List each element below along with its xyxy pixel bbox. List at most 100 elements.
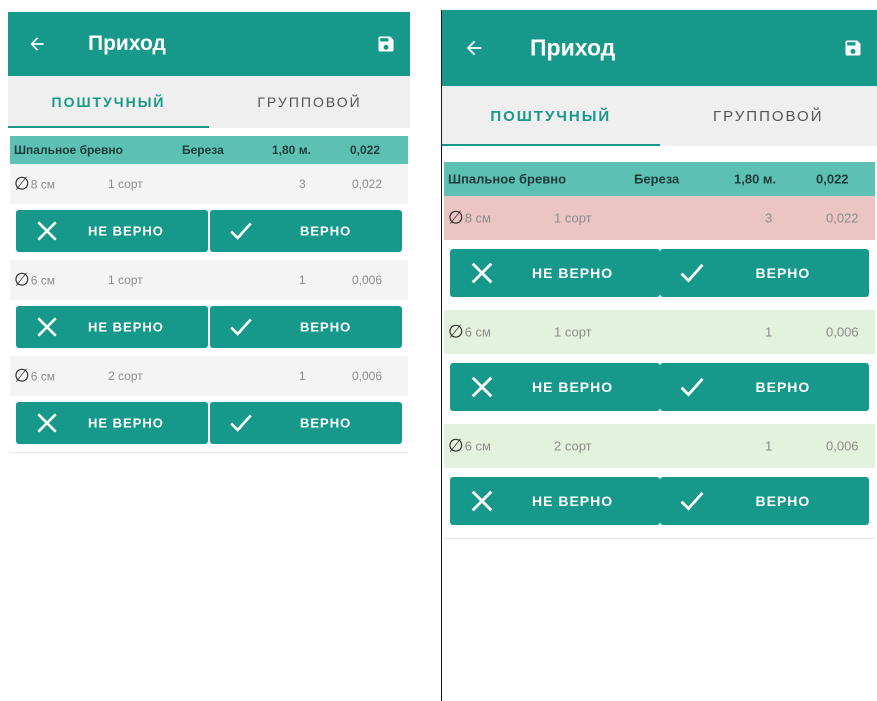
action-row: НЕ ВЕРНО ВЕРНО bbox=[10, 300, 408, 356]
grade: 1 сорт bbox=[108, 177, 143, 191]
quantity: 3 bbox=[765, 210, 773, 226]
product-name: Шпальное бревно bbox=[14, 143, 123, 157]
tab-piece[interactable]: ПОШТУЧНЫЙ bbox=[442, 86, 660, 146]
divider bbox=[444, 538, 875, 539]
summary-row: Шпальное бревно Береза 1,80 м. 0,022 bbox=[10, 136, 408, 164]
correct-button-label: ВЕРНО bbox=[755, 493, 811, 509]
list-item: ∅6 см 2 сорт 1 0,006 bbox=[444, 424, 875, 468]
check-icon bbox=[230, 222, 252, 240]
species: Береза bbox=[634, 171, 680, 187]
quantity: 3 bbox=[299, 177, 306, 191]
volume: 0,022 bbox=[826, 210, 859, 226]
screen-right: Приход ПОШТУЧНЫЙ ГРУППОВОЙ Шпальное брев… bbox=[441, 10, 877, 701]
wrong-button[interactable]: НЕ ВЕРНО bbox=[450, 363, 660, 411]
page-title: Приход bbox=[88, 32, 166, 55]
quantity: 1 bbox=[765, 324, 773, 340]
volume: 0,006 bbox=[352, 369, 383, 383]
grade: 1 сорт bbox=[554, 324, 592, 340]
grade: 2 сорт bbox=[554, 438, 592, 454]
list-item: ∅8 см 1 сорт 3 0,022 bbox=[10, 164, 408, 204]
correct-button-label: ВЕРНО bbox=[755, 265, 811, 281]
list-item: ∅8 см 1 сорт 3 0,022 bbox=[444, 196, 875, 240]
diameter-icon: ∅ bbox=[14, 173, 30, 194]
tab-label: ГРУППОВОЙ bbox=[257, 94, 362, 110]
arrow-left-icon[interactable] bbox=[25, 32, 49, 56]
tab-piece[interactable]: ПОШТУЧНЫЙ bbox=[8, 76, 209, 128]
check-icon bbox=[230, 414, 252, 432]
tab-group[interactable]: ГРУППОВОЙ bbox=[209, 76, 410, 128]
close-icon bbox=[471, 376, 493, 398]
diameter: ∅6 см bbox=[14, 365, 55, 386]
grade: 1 сорт bbox=[108, 273, 143, 287]
wrong-button-label: НЕ ВЕРНО bbox=[532, 379, 614, 395]
volume: 0,006 bbox=[826, 324, 859, 340]
wrong-button[interactable]: НЕ ВЕРНО bbox=[450, 477, 660, 525]
volume: 0,006 bbox=[352, 273, 383, 287]
diameter: ∅6 см bbox=[448, 321, 491, 342]
correct-button[interactable]: ВЕРНО bbox=[659, 249, 869, 297]
wrong-button[interactable]: НЕ ВЕРНО bbox=[450, 249, 660, 297]
quantity: 1 bbox=[765, 438, 773, 454]
app-bar: Приход bbox=[8, 12, 410, 76]
wrong-button[interactable]: НЕ ВЕРНО bbox=[16, 210, 208, 252]
check-icon bbox=[680, 491, 704, 511]
tab-indicator bbox=[442, 144, 660, 146]
action-row: НЕ ВЕРНО ВЕРНО bbox=[444, 240, 875, 310]
tab-bar: ПОШТУЧНЫЙ ГРУППОВОЙ bbox=[8, 76, 410, 128]
correct-button[interactable]: ВЕРНО bbox=[659, 363, 869, 411]
volume: 0,006 bbox=[826, 438, 859, 454]
species: Береза bbox=[182, 143, 224, 157]
list-item: ∅6 см 2 сорт 1 0,006 bbox=[10, 356, 408, 396]
wrong-button-label: НЕ ВЕРНО bbox=[532, 493, 614, 509]
action-row: НЕ ВЕРНО ВЕРНО bbox=[444, 354, 875, 424]
check-icon bbox=[230, 318, 252, 336]
wrong-button[interactable]: НЕ ВЕРНО bbox=[16, 306, 208, 348]
grade: 2 сорт bbox=[108, 369, 143, 383]
action-row: НЕ ВЕРНО ВЕРНО bbox=[10, 396, 408, 452]
quantity: 1 bbox=[299, 273, 306, 287]
page-title: Приход bbox=[530, 34, 616, 61]
app-bar: Приход bbox=[442, 10, 877, 86]
volume: 0,022 bbox=[352, 177, 383, 191]
correct-button[interactable]: ВЕРНО bbox=[210, 306, 402, 348]
tab-label: ПОШТУЧНЫЙ bbox=[490, 107, 612, 125]
close-icon bbox=[471, 490, 493, 512]
list-item: ∅6 см 1 сорт 1 0,006 bbox=[444, 310, 875, 354]
arrow-left-icon[interactable] bbox=[462, 36, 486, 60]
tab-group[interactable]: ГРУППОВОЙ bbox=[660, 86, 877, 146]
action-row: НЕ ВЕРНО ВЕРНО bbox=[10, 204, 408, 260]
diameter: ∅6 см bbox=[14, 269, 55, 290]
content: Шпальное бревно Береза 1,80 м. 0,022 ∅8 … bbox=[442, 146, 877, 539]
diameter-icon: ∅ bbox=[14, 269, 30, 290]
length: 1,80 м. bbox=[734, 171, 777, 187]
tab-label: ПОШТУЧНЫЙ bbox=[51, 94, 166, 110]
wrong-button-label: НЕ ВЕРНО bbox=[88, 223, 164, 239]
product-name: Шпальное бревно bbox=[448, 171, 567, 187]
content: Шпальное бревно Береза 1,80 м. 0,022 ∅8 … bbox=[8, 128, 410, 453]
correct-button[interactable]: ВЕРНО bbox=[210, 402, 402, 444]
total-volume: 0,022 bbox=[350, 143, 381, 157]
diameter-icon: ∅ bbox=[448, 207, 464, 228]
quantity: 1 bbox=[299, 369, 306, 383]
divider bbox=[10, 452, 408, 453]
tab-indicator bbox=[8, 126, 209, 128]
correct-button-label: ВЕРНО bbox=[300, 415, 352, 431]
wrong-button-label: НЕ ВЕРНО bbox=[88, 415, 164, 431]
close-icon bbox=[37, 413, 57, 433]
length: 1,80 м. bbox=[272, 143, 311, 157]
save-icon[interactable] bbox=[376, 34, 396, 54]
wrong-button[interactable]: НЕ ВЕРНО bbox=[16, 402, 208, 444]
diameter: ∅8 см bbox=[14, 173, 55, 194]
close-icon bbox=[471, 262, 493, 284]
total-volume: 0,022 bbox=[816, 171, 849, 187]
check-icon bbox=[680, 377, 704, 397]
correct-button[interactable]: ВЕРНО bbox=[659, 477, 869, 525]
grade: 1 сорт bbox=[554, 210, 592, 226]
correct-button-label: ВЕРНО bbox=[300, 223, 352, 239]
diameter-icon: ∅ bbox=[448, 435, 464, 456]
correct-button[interactable]: ВЕРНО bbox=[210, 210, 402, 252]
correct-button-label: ВЕРНО bbox=[300, 319, 352, 335]
save-icon[interactable] bbox=[843, 38, 863, 58]
close-icon bbox=[37, 317, 57, 337]
summary-row: Шпальное бревно Береза 1,80 м. 0,022 bbox=[444, 162, 875, 196]
